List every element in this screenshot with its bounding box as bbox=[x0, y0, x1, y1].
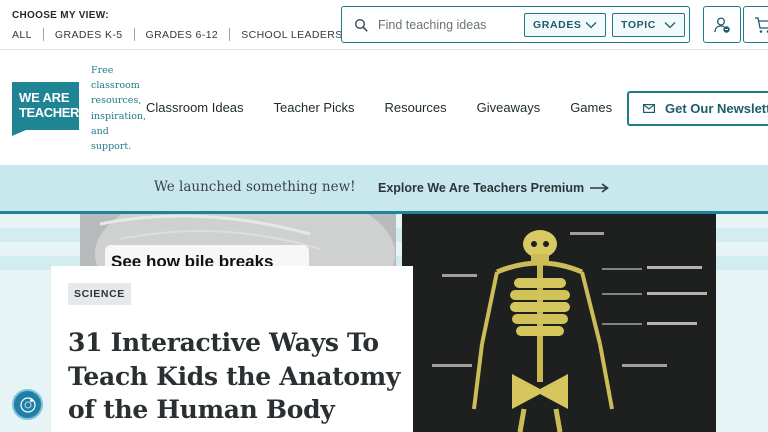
account-button[interactable] bbox=[703, 6, 741, 43]
newsletter-button[interactable]: Get Our Newsletter bbox=[627, 91, 768, 126]
site-tagline: Free classroom resources, inspiration, a… bbox=[91, 65, 147, 153]
nav-item-teacher-picks[interactable]: Teacher Picks bbox=[274, 100, 355, 115]
site-logo[interactable]: WE ARE TEACHERS bbox=[12, 82, 88, 136]
view-links: ALL GRADES K-5 GRADES 6-12 SCHOOL LEADER… bbox=[12, 28, 343, 41]
category-tag[interactable]: SCIENCE bbox=[68, 283, 131, 305]
site-header: WE ARE TEACHERS Free classroom resources… bbox=[0, 51, 768, 165]
pasta-skeleton-image bbox=[402, 214, 716, 432]
chevron-down-icon bbox=[585, 22, 597, 29]
top-utility-bar: CHOOSE MY VIEW: ALL GRADES K-5 GRADES 6-… bbox=[0, 0, 768, 50]
premium-link-label: Explore We Are Teachers Premium bbox=[378, 181, 585, 195]
search-bar: GRADES TOPIC bbox=[341, 6, 690, 43]
logo-line-1: WE ARE bbox=[19, 90, 70, 105]
search-icon[interactable] bbox=[354, 18, 368, 32]
choose-view-label: CHOOSE MY VIEW: bbox=[12, 10, 109, 21]
topic-filter-button[interactable]: TOPIC bbox=[612, 13, 685, 37]
nav-item-classroom-ideas[interactable]: Classroom Ideas bbox=[146, 100, 244, 115]
accessibility-icon bbox=[19, 396, 36, 413]
cart-button[interactable] bbox=[743, 6, 768, 43]
search-input[interactable] bbox=[378, 12, 524, 37]
grades-filter-button[interactable]: GRADES bbox=[524, 13, 606, 37]
main-nav: Classroom Ideas Teacher Picks Resources … bbox=[146, 100, 612, 115]
chevron-down-icon bbox=[664, 22, 676, 29]
divider bbox=[42, 28, 44, 41]
grades-filter-label: GRADES bbox=[533, 19, 582, 31]
view-link-grades-6-12[interactable]: GRADES 6-12 bbox=[146, 29, 219, 41]
banner-text: We launched something new! bbox=[154, 179, 356, 195]
view-link-school-leaders[interactable]: SCHOOL LEADERS bbox=[241, 29, 343, 41]
topic-filter-label: TOPIC bbox=[621, 19, 656, 31]
divider bbox=[133, 28, 135, 41]
nav-item-games[interactable]: Games bbox=[570, 100, 612, 115]
article-headline[interactable]: 31 Interactive Ways To Teach Kids the An… bbox=[68, 326, 408, 427]
nav-item-giveaways[interactable]: Giveaways bbox=[477, 100, 541, 115]
newsletter-label: Get Our Newsletter bbox=[665, 101, 768, 116]
article-card[interactable]: SCIENCE 31 Interactive Ways To Teach Kid… bbox=[51, 266, 413, 432]
accessibility-button[interactable] bbox=[12, 389, 43, 420]
view-link-all[interactable]: ALL bbox=[12, 29, 32, 41]
nav-item-resources[interactable]: Resources bbox=[384, 100, 446, 115]
logo-line-2: TEACHERS bbox=[19, 105, 88, 120]
announcement-banner: We launched something new! Explore We Ar… bbox=[0, 165, 768, 214]
arrow-right-icon bbox=[590, 183, 609, 193]
cart-icon bbox=[755, 16, 768, 33]
account-icon bbox=[714, 16, 730, 33]
view-link-grades-k5[interactable]: GRADES K-5 bbox=[55, 29, 123, 41]
hero-photo-right[interactable] bbox=[402, 214, 716, 432]
envelope-icon bbox=[643, 104, 655, 113]
premium-link[interactable]: Explore We Are Teachers Premium bbox=[378, 181, 609, 195]
divider bbox=[229, 28, 231, 41]
